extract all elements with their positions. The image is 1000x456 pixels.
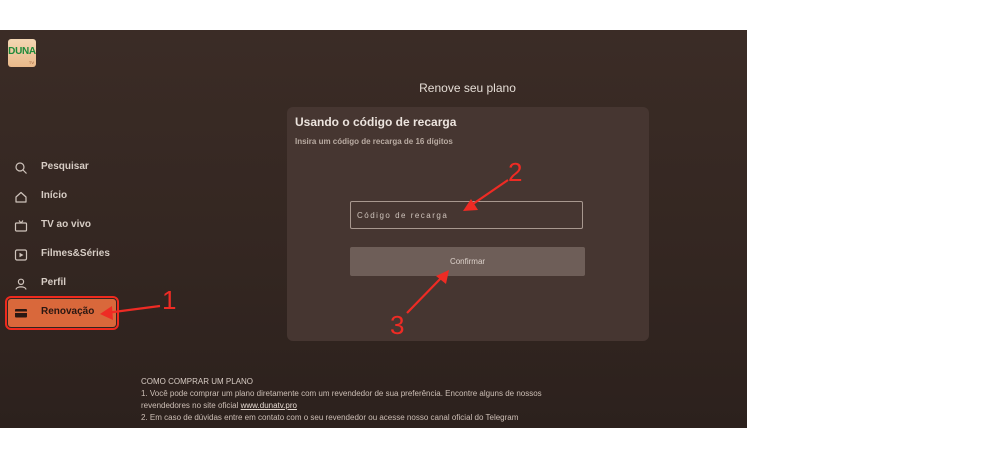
- how-to-buy-line-2: revendedores no site oficial www.dunatv.…: [141, 400, 611, 412]
- app-logo: DUNA TV: [8, 39, 36, 67]
- sidebar-item-label: Pesquisar: [41, 161, 89, 172]
- recharge-code-input[interactable]: [350, 201, 583, 229]
- sidebar-item-label: Início: [41, 190, 68, 201]
- how-to-buy-line-3: 2. Em caso de dúvidas entre em contato c…: [141, 413, 519, 422]
- sidebar: DUNA TV Pesquisar Início TV ao vivo Film…: [0, 30, 125, 428]
- annotation-number-2: 2: [508, 157, 523, 187]
- sidebar-item-label: Filmes&Séries: [41, 248, 110, 259]
- play-icon: [14, 249, 28, 261]
- tv-icon: [14, 220, 28, 232]
- sidebar-item-perfil[interactable]: Perfil: [8, 270, 116, 298]
- user-icon: [15, 278, 27, 290]
- sidebar-item-tv-ao-vivo[interactable]: TV ao vivo: [8, 212, 116, 240]
- sidebar-item-label: Renovação: [41, 306, 95, 317]
- how-to-buy-title: COMO COMPRAR UM PLANO: [141, 377, 254, 386]
- app-screen: DUNA TV Pesquisar Início TV ao vivo Film…: [0, 30, 747, 428]
- how-to-buy-section: COMO COMPRAR UM PLANO 1. Você pode compr…: [141, 376, 611, 424]
- logo-subtext: TV: [28, 60, 34, 65]
- sidebar-item-inicio[interactable]: Início: [8, 183, 116, 211]
- sidebar-item-label: TV ao vivo: [41, 219, 92, 230]
- search-icon: [15, 162, 27, 174]
- recharge-card: Usando o código de recarga Insira um cód…: [287, 107, 649, 341]
- how-to-buy-line-1: 1. Você pode comprar um plano diretament…: [141, 389, 542, 398]
- sidebar-item-renovacao[interactable]: Renovação: [5, 296, 119, 330]
- annotation-number-1: 1: [162, 285, 177, 315]
- resellers-text: revendedores no site oficial: [141, 401, 239, 410]
- sidebar-item-label: Perfil: [41, 277, 67, 288]
- logo-text: DUNA: [8, 46, 36, 57]
- card-icon: [15, 309, 27, 318]
- official-site-link[interactable]: www.dunatv.pro: [241, 401, 297, 410]
- sidebar-item-filmes-series[interactable]: Filmes&Séries: [8, 241, 116, 269]
- annotation-number-3: 3: [390, 310, 405, 340]
- sidebar-item-pesquisar[interactable]: Pesquisar: [8, 154, 116, 182]
- confirm-button[interactable]: Confirmar: [350, 247, 585, 276]
- card-title: Usando o código de recarga: [295, 115, 457, 129]
- page-title: Renove seu plano: [419, 81, 516, 95]
- home-icon: [15, 191, 27, 203]
- card-subtitle: Insira um código de recarga de 16 dígito…: [295, 137, 453, 146]
